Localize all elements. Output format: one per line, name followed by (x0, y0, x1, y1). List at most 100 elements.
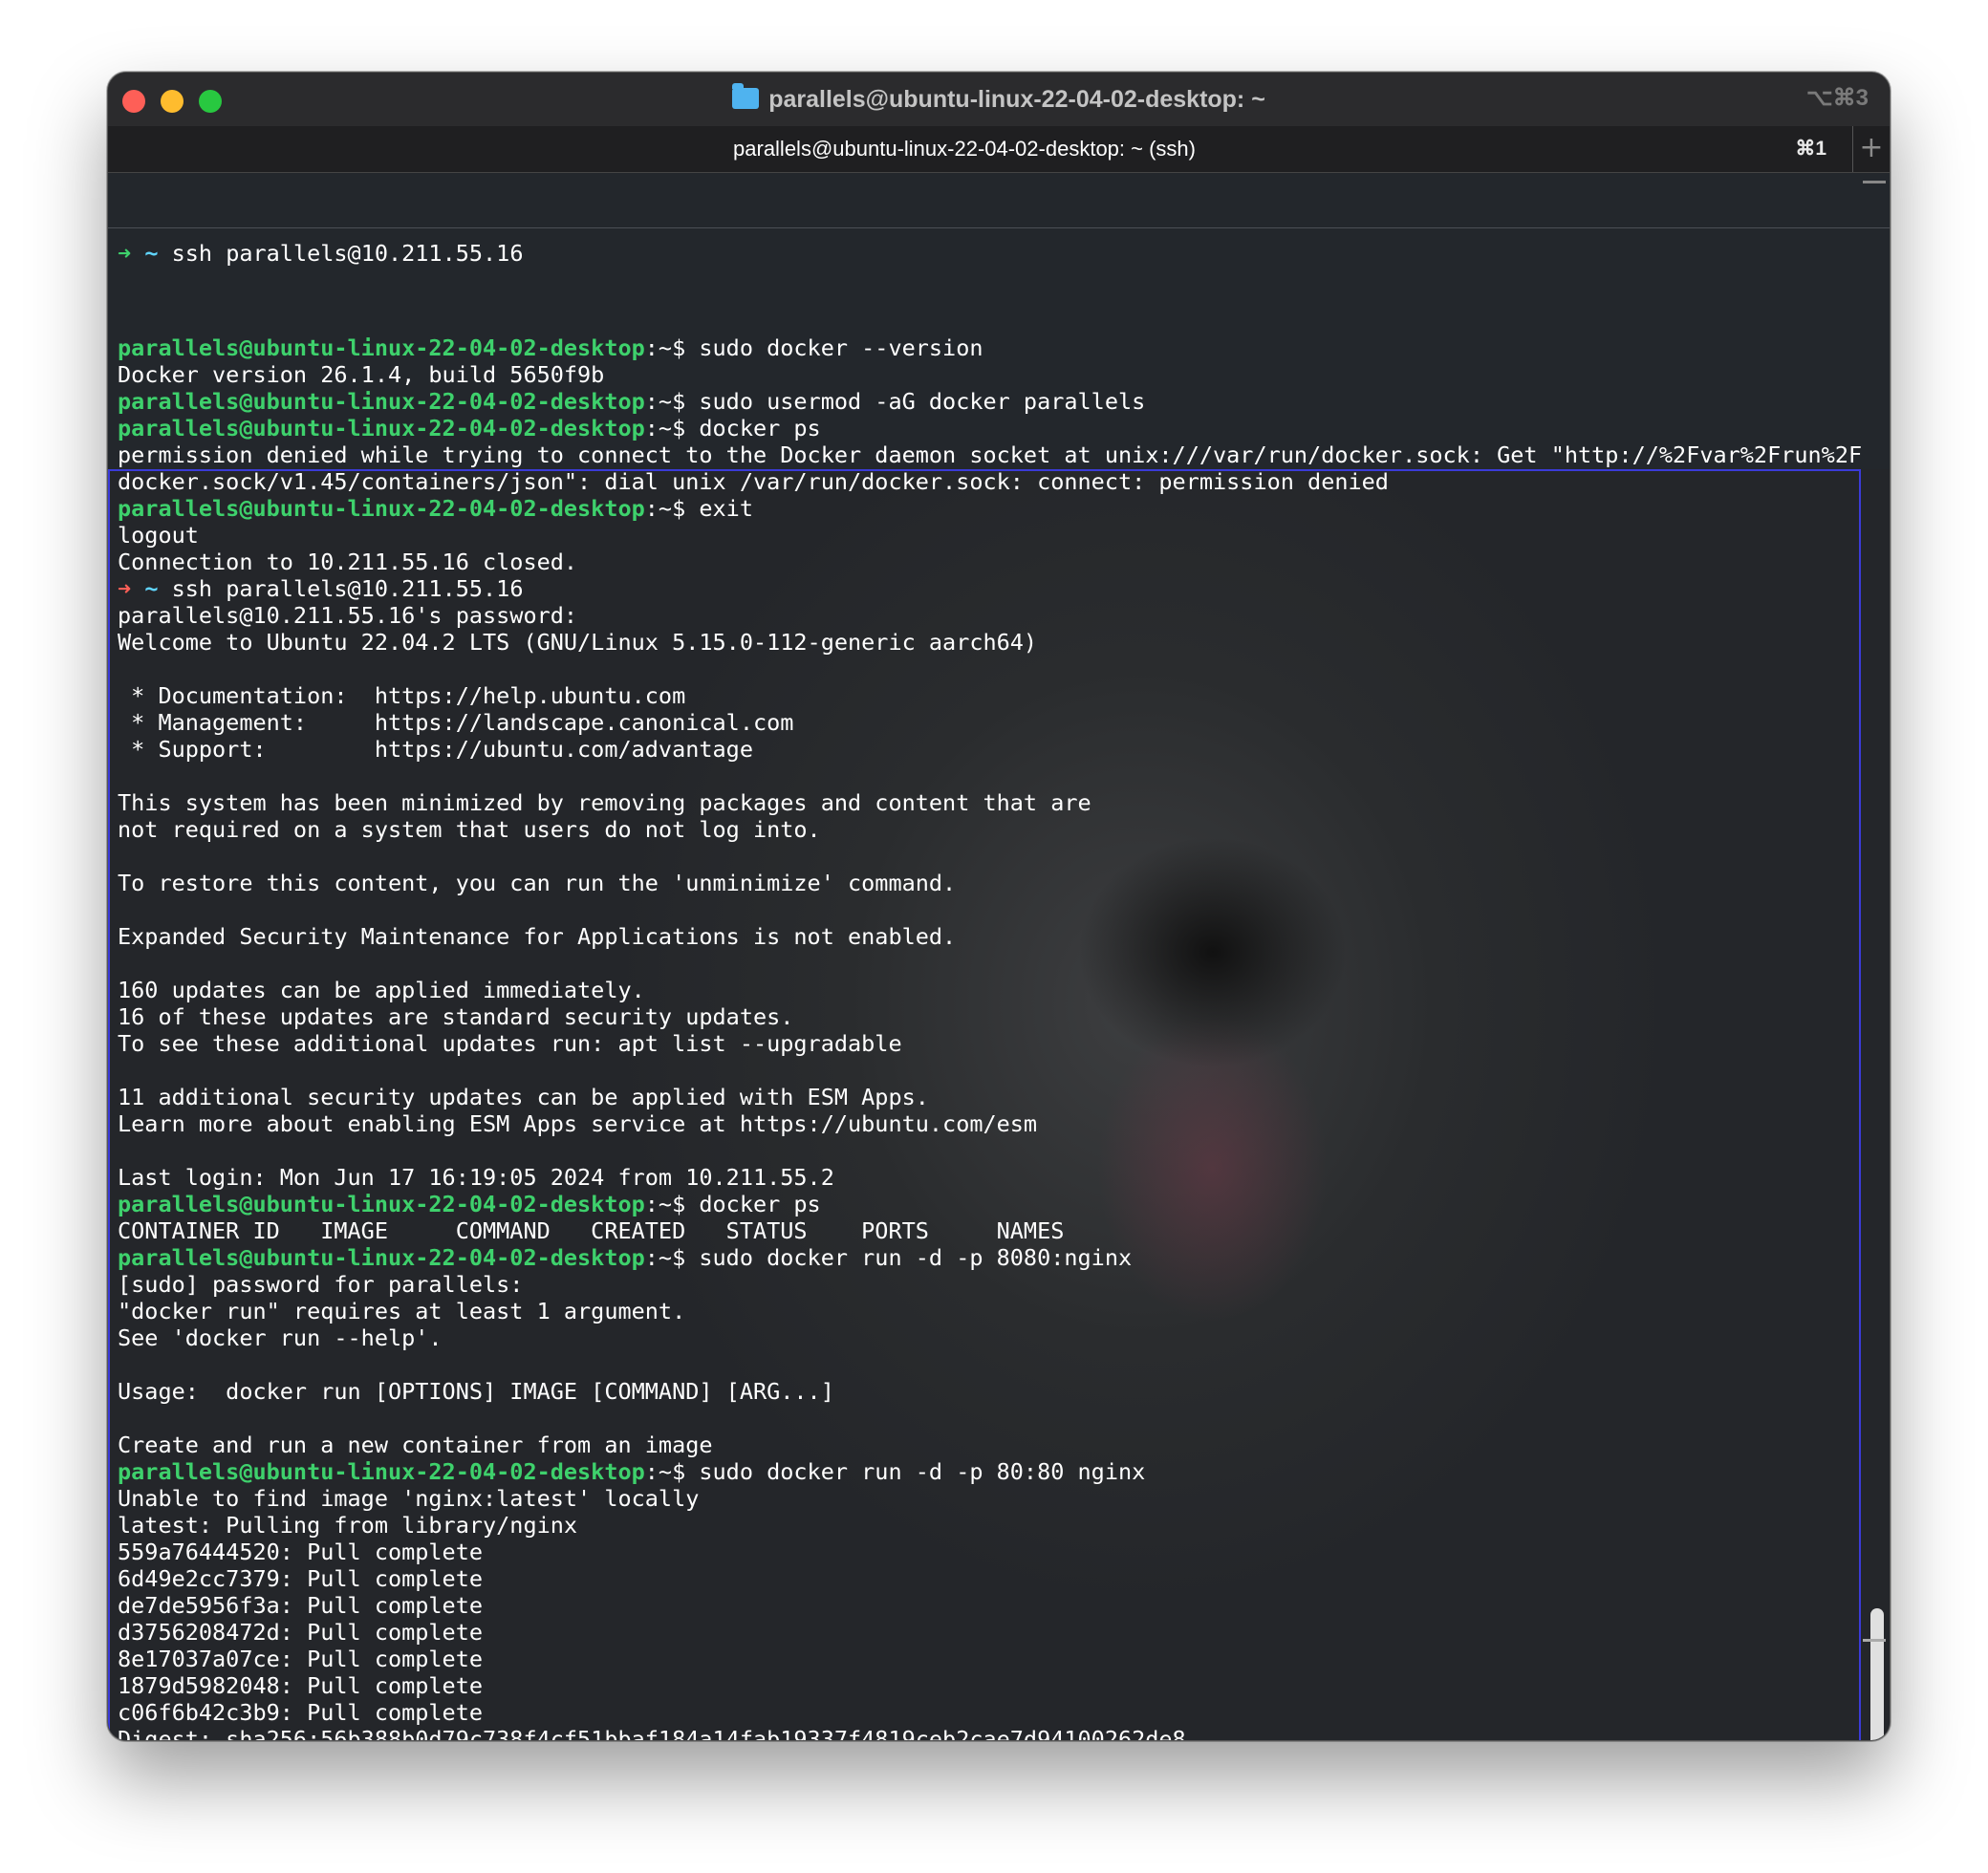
scrollbar-mark (1863, 1639, 1886, 1642)
output-text: de7de5956f3a: Pull complete (118, 1592, 484, 1619)
terminal-line: "docker run" requires at least 1 argumen… (118, 1298, 1851, 1324)
terminal-line: Docker version 26.1.4, build 5650f9b (118, 361, 1851, 388)
output-text: 559a76444520: Pull complete (118, 1539, 484, 1565)
prompt-path: :~$ (644, 334, 700, 361)
command-text: sudo docker run -d -p 80:80 nginx (699, 1458, 1146, 1485)
top-pane-line: ➜ ~ ssh parallels@10.211.55.16 (118, 226, 1851, 281)
output-text: 16 of these updates are standard securit… (118, 1003, 794, 1030)
command-text: ssh parallels@10.211.55.16 (158, 575, 524, 602)
output-text: 160 updates can be applied immediately. (118, 977, 645, 1003)
prompt-path: :~$ (644, 1458, 700, 1485)
terminal-line: * Support: https://ubuntu.com/advantage (118, 736, 1851, 763)
terminal-line: latest: Pulling from library/nginx (118, 1512, 1851, 1539)
terminal-line: To see these additional updates run: apt… (118, 1030, 1851, 1057)
terminal-line: Unable to find image 'nginx:latest' loca… (118, 1485, 1851, 1512)
output-text: Connection to 10.211.55.16 closed. (118, 549, 578, 575)
tab-ssh-session[interactable]: parallels@ubuntu-linux-22-04-02-desktop:… (108, 126, 1821, 172)
output-text: 1879d5982048: Pull complete (118, 1672, 484, 1699)
terminal-line: CONTAINER ID IMAGE COMMAND CREATED STATU… (118, 1217, 1851, 1244)
output-text: c06f6b42c3b9: Pull complete (118, 1699, 484, 1726)
output-text: Digest: sha256:56b388b0d79c738f4cf51bbaf… (118, 1726, 1186, 1740)
arrow-icon: ➜ (118, 575, 132, 602)
terminal-line: Last login: Mon Jun 17 16:19:05 2024 fro… (118, 1164, 1851, 1191)
output-text: Docker version 26.1.4, build 5650f9b (118, 361, 605, 388)
tilde-label: ~ (144, 575, 159, 602)
prompt-path: :~$ (644, 1191, 700, 1217)
new-tab-button[interactable]: + (1852, 126, 1890, 172)
terminal-line: 160 updates can be applied immediately. (118, 977, 1851, 1003)
output-text: logout (118, 522, 199, 549)
scrollbar-thumb[interactable] (1870, 1608, 1884, 1740)
terminal-line: [sudo] password for parallels: (118, 1271, 1851, 1298)
output-text: Learn more about enabling ESM Apps servi… (118, 1110, 1038, 1137)
terminal-line: Connection to 10.211.55.16 closed. (118, 549, 1851, 575)
terminal-line: parallels@ubuntu-linux-22-04-02-desktop:… (118, 495, 1851, 522)
terminal-lines: parallels@ubuntu-linux-22-04-02-desktop:… (118, 334, 1862, 1740)
terminal-area[interactable]: ➜ ~ ssh parallels@10.211.55.16 parallels… (108, 173, 1890, 1740)
output-text: Last login: Mon Jun 17 16:19:05 2024 fro… (118, 1164, 834, 1191)
output-text: not required on a system that users do n… (118, 816, 821, 843)
output-text: parallels@10.211.55.16's password: (118, 602, 578, 629)
command-text: sudo docker --version (699, 334, 983, 361)
prompt-host: parallels@ubuntu-linux-22-04-02-desktop (118, 1191, 645, 1217)
terminal-line: * Management: https://landscape.canonica… (118, 709, 1851, 736)
command-text: exit (699, 495, 753, 522)
terminal-line: d3756208472d: Pull complete (118, 1619, 1851, 1646)
terminal-line: Welcome to Ubuntu 22.04.2 LTS (GNU/Linux… (118, 629, 1851, 656)
tilde-label: ~ (144, 240, 159, 267)
output-text: Unable to find image 'nginx:latest' loca… (118, 1485, 700, 1512)
terminal-line: parallels@ubuntu-linux-22-04-02-desktop:… (118, 415, 1851, 441)
terminal-line: parallels@10.211.55.16's password: (118, 602, 1851, 629)
prompt-host: parallels@ubuntu-linux-22-04-02-desktop (118, 1458, 645, 1485)
output-text: * Documentation: https://help.ubuntu.com (118, 682, 686, 709)
command-text: docker ps (699, 1191, 821, 1217)
terminal-output[interactable]: ➜ ~ ssh parallels@10.211.55.16 parallels… (118, 173, 1862, 1740)
terminal-line: 11 additional security updates can be ap… (118, 1084, 1851, 1110)
title-bar[interactable]: parallels@ubuntu-linux-22-04-02-desktop:… (108, 73, 1890, 126)
prompt-host: parallels@ubuntu-linux-22-04-02-desktop (118, 415, 645, 441)
terminal-line: not required on a system that users do n… (118, 816, 1851, 843)
output-text: Usage: docker run [OPTIONS] IMAGE [COMMA… (118, 1378, 834, 1405)
terminal-line: To restore this content, you can run the… (118, 870, 1851, 896)
terminal-line: ➜ ~ ssh parallels@10.211.55.16 (118, 575, 1851, 602)
terminal-line: Digest: sha256:56b388b0d79c738f4cf51bbaf… (118, 1726, 1851, 1740)
output-text: 11 additional security updates can be ap… (118, 1084, 929, 1110)
output-text: Expanded Security Maintenance for Applic… (118, 923, 957, 950)
prompt-host: parallels@ubuntu-linux-22-04-02-desktop (118, 388, 645, 415)
tab-bar: parallels@ubuntu-linux-22-04-02-desktop:… (108, 126, 1890, 173)
prompt-host: parallels@ubuntu-linux-22-04-02-desktop (118, 495, 645, 522)
terminal-line: c06f6b42c3b9: Pull complete (118, 1699, 1851, 1726)
command-text: sudo docker run -d -p 8080:nginx (699, 1244, 1133, 1271)
prompt-host: parallels@ubuntu-linux-22-04-02-desktop (118, 334, 645, 361)
window-title: parallels@ubuntu-linux-22-04-02-desktop:… (768, 86, 1265, 113)
output-text: See 'docker run --help'. (118, 1324, 443, 1351)
window-title-wrap: parallels@ubuntu-linux-22-04-02-desktop:… (108, 83, 1890, 114)
terminal-line: This system has been minimized by removi… (118, 789, 1851, 816)
terminal-line: Usage: docker run [OPTIONS] IMAGE [COMMA… (118, 1378, 1851, 1405)
terminal-line: permission denied while trying to connec… (118, 441, 1862, 468)
top-pane-command: ssh parallels@10.211.55.16 (158, 240, 524, 267)
terminal-line: 1879d5982048: Pull complete (118, 1672, 1851, 1699)
prompt-host: parallels@ubuntu-linux-22-04-02-desktop (118, 1244, 645, 1271)
output-text: 8e17037a07ce: Pull complete (118, 1646, 484, 1672)
terminal-line: Learn more about enabling ESM Apps servi… (118, 1110, 1851, 1137)
terminal-line: 559a76444520: Pull complete (118, 1539, 1851, 1565)
prompt-path: :~$ (644, 388, 700, 415)
terminal-window: parallels@ubuntu-linux-22-04-02-desktop:… (107, 72, 1891, 1741)
prompt-path: :~$ (644, 495, 700, 522)
command-text: sudo usermod -aG docker parallels (699, 388, 1146, 415)
output-text: "docker run" requires at least 1 argumen… (118, 1298, 686, 1324)
terminal-line: parallels@ubuntu-linux-22-04-02-desktop:… (118, 334, 1851, 361)
terminal-line: parallels@ubuntu-linux-22-04-02-desktop:… (118, 1191, 1851, 1217)
output-text: Create and run a new container from an i… (118, 1432, 713, 1458)
arrow-icon: ➜ (118, 240, 132, 267)
terminal-line: Expanded Security Maintenance for Applic… (118, 923, 1851, 950)
output-text: d3756208472d: Pull complete (118, 1619, 484, 1646)
terminal-line: Create and run a new container from an i… (118, 1432, 1851, 1458)
